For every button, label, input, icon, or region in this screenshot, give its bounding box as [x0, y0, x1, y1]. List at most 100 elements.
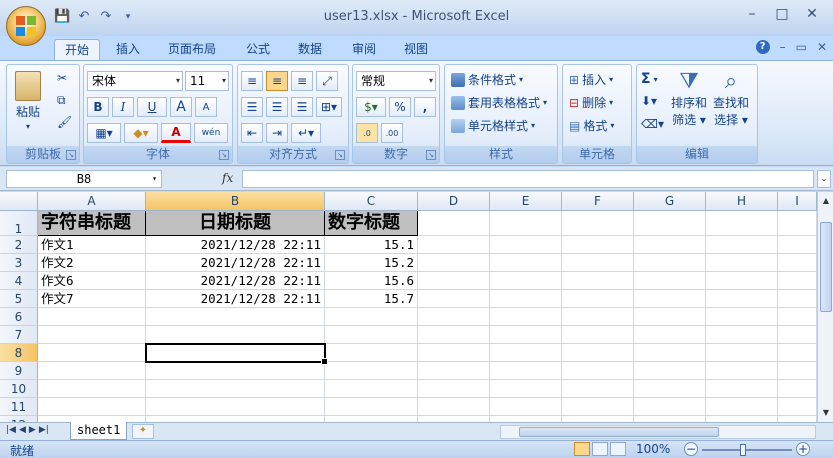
cell-c10[interactable]	[325, 380, 418, 398]
cell-b5[interactable]: 2021/12/28 22:11	[146, 290, 325, 308]
cell-d9[interactable]	[418, 362, 490, 380]
cell-d1[interactable]	[418, 211, 490, 236]
cell-i7[interactable]	[778, 326, 817, 344]
shrink-font-button[interactable]: A	[195, 97, 217, 117]
cell-a11[interactable]	[38, 398, 146, 416]
cell-i2[interactable]	[778, 236, 817, 254]
minimize-button[interactable]: –	[739, 4, 765, 24]
cell-c6[interactable]	[325, 308, 418, 326]
horizontal-scrollbar[interactable]	[500, 425, 816, 439]
vertical-scrollbar[interactable]: ▲ ▼	[817, 192, 833, 422]
clear-icon[interactable]: ⌫▾	[641, 117, 664, 131]
name-box[interactable]: B8 ▾	[6, 170, 162, 188]
zoom-level[interactable]: 100%	[636, 442, 670, 456]
cell-c1[interactable]: 数字标题	[325, 211, 418, 236]
cell-d7[interactable]	[418, 326, 490, 344]
tab-home[interactable]: 开始	[54, 39, 101, 61]
delete-cells-button[interactable]: ⊟ 删除 ▾	[569, 94, 613, 111]
tab-insert[interactable]: 插入	[106, 39, 150, 61]
page-break-view-icon[interactable]	[610, 442, 626, 456]
page-layout-view-icon[interactable]	[592, 442, 608, 456]
column-header-d[interactable]: D	[418, 192, 490, 211]
dialog-launcher-icon[interactable]: ↘	[66, 150, 76, 160]
align-top-icon[interactable]: ≡	[241, 71, 263, 91]
cell-f4[interactable]	[562, 272, 634, 290]
cell-e2[interactable]	[490, 236, 562, 254]
scroll-up-icon[interactable]: ▲	[819, 194, 833, 208]
cell-d4[interactable]	[418, 272, 490, 290]
dialog-launcher-icon[interactable]: ↘	[335, 150, 345, 160]
cell-g1[interactable]	[634, 211, 706, 236]
zoom-out-button[interactable]: −	[684, 442, 698, 456]
cell-a4[interactable]: 作文6	[38, 272, 146, 290]
expand-formula-icon[interactable]: ⌄	[817, 170, 831, 188]
row-header-10[interactable]: 10	[0, 380, 38, 398]
currency-icon[interactable]: $▾	[356, 97, 386, 117]
sheet-tab[interactable]: sheet1	[70, 422, 128, 440]
align-center-icon[interactable]: ☰	[266, 97, 288, 117]
cell-f10[interactable]	[562, 380, 634, 398]
cell-g11[interactable]	[634, 398, 706, 416]
row-header-5[interactable]: 5	[0, 290, 38, 308]
select-all-corner[interactable]	[0, 192, 38, 211]
column-header-a[interactable]: A	[38, 192, 146, 211]
vertical-scroll-thumb[interactable]	[820, 222, 832, 312]
cell-d3[interactable]	[418, 254, 490, 272]
cell-e3[interactable]	[490, 254, 562, 272]
cell-a2[interactable]: 作文1	[38, 236, 146, 254]
cell-c4[interactable]: 15.6	[325, 272, 418, 290]
cell-c9[interactable]	[325, 362, 418, 380]
decrease-decimal-button[interactable]: .00	[381, 123, 403, 143]
column-header-c[interactable]: C	[325, 192, 418, 211]
cell-e7[interactable]	[490, 326, 562, 344]
row-header-4[interactable]: 4	[0, 272, 38, 290]
font-name-combo[interactable]: 宋体 ▾	[87, 71, 183, 91]
cell-c2[interactable]: 15.1	[325, 236, 418, 254]
cell-a3[interactable]: 作文2	[38, 254, 146, 272]
zoom-slider-track[interactable]	[702, 449, 792, 451]
cell-e4[interactable]	[490, 272, 562, 290]
column-header-g[interactable]: G	[634, 192, 706, 211]
cell-d2[interactable]	[418, 236, 490, 254]
orientation-icon[interactable]: ⤢	[316, 71, 338, 91]
percent-button[interactable]: %	[389, 97, 411, 117]
cell-g9[interactable]	[634, 362, 706, 380]
tab-review[interactable]: 审阅	[342, 39, 386, 61]
column-header-i[interactable]: I	[778, 192, 817, 211]
cell-b4[interactable]: 2021/12/28 22:11	[146, 272, 325, 290]
grow-font-button[interactable]: A	[170, 97, 192, 117]
cell-styles-button[interactable]: 单元格样式 ▾	[451, 117, 535, 134]
cell-e6[interactable]	[490, 308, 562, 326]
copy-icon[interactable]: ⧉	[57, 93, 66, 108]
cell-f5[interactable]	[562, 290, 634, 308]
cell-g4[interactable]	[634, 272, 706, 290]
cell-d10[interactable]	[418, 380, 490, 398]
row-header-2[interactable]: 2	[0, 236, 38, 254]
cell-i4[interactable]	[778, 272, 817, 290]
cell-f8[interactable]	[562, 344, 634, 362]
cell-b3[interactable]: 2021/12/28 22:11	[146, 254, 325, 272]
cell-e10[interactable]	[490, 380, 562, 398]
normal-view-icon[interactable]	[574, 442, 590, 456]
cell-g7[interactable]	[634, 326, 706, 344]
close-button[interactable]: ✕	[799, 4, 825, 24]
comma-button[interactable]: ,	[414, 97, 436, 117]
sort-filter-button[interactable]: ⧩ 排序和 筛选 ▾	[671, 69, 707, 128]
cell-c5[interactable]: 15.7	[325, 290, 418, 308]
insert-cells-button[interactable]: ⊞ 插入 ▾	[569, 71, 613, 88]
doc-restore-button[interactable]: ▭	[796, 40, 807, 54]
cell-d11[interactable]	[418, 398, 490, 416]
wrap-text-icon[interactable]: ↵▾	[291, 123, 321, 143]
cell-i1[interactable]	[778, 211, 817, 236]
cell-e5[interactable]	[490, 290, 562, 308]
maximize-button[interactable]: □	[769, 4, 795, 24]
cell-f3[interactable]	[562, 254, 634, 272]
dialog-launcher-icon[interactable]: ↘	[426, 150, 436, 160]
cell-f9[interactable]	[562, 362, 634, 380]
doc-minimize-button[interactable]: –	[780, 40, 786, 54]
next-sheet-icon[interactable]: ▶	[29, 425, 36, 435]
cell-c3[interactable]: 15.2	[325, 254, 418, 272]
cell-e9[interactable]	[490, 362, 562, 380]
last-sheet-icon[interactable]: ▶|	[39, 425, 49, 435]
cell-h10[interactable]	[706, 380, 778, 398]
